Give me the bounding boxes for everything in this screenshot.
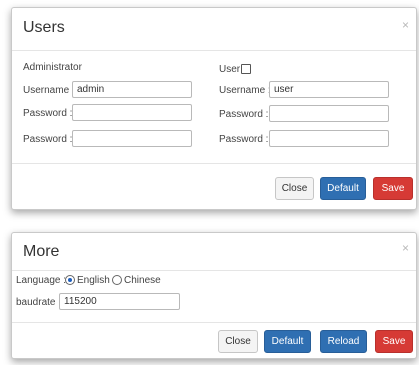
administrator-heading: Administrator [23,62,82,73]
save-button[interactable]: Save [375,330,413,353]
user-password-input[interactable] [269,105,389,122]
user-enable-checkbox[interactable] [241,64,251,74]
user-confirm-password-label: Password : [219,134,269,145]
admin-password-label: Password : [23,108,73,119]
admin-username-label: Username : [23,85,75,96]
user-heading: User [219,64,241,75]
close-icon[interactable]: × [402,241,409,255]
close-icon[interactable]: × [402,18,409,32]
admin-username-input[interactable] [72,81,192,98]
save-button[interactable]: Save [373,177,413,200]
more-dialog-header: More × [12,233,416,271]
baudrate-input[interactable] [59,293,180,310]
user-username-input[interactable] [269,81,389,98]
users-dialog-footer [12,163,416,164]
baudrate-label: baudrate : [16,297,62,308]
language-chinese-label: Chinese [124,275,161,286]
language-english-label: English [77,275,110,286]
language-english-radio[interactable] [65,275,75,285]
admin-password-input[interactable] [72,104,192,121]
users-dialog-header: Users × [12,8,416,51]
user-username-label: Username : [219,85,271,96]
more-dialog-title: More [23,243,60,260]
more-dialog: More × Language : English Chinese baudra… [11,232,417,359]
reload-button[interactable]: Reload [320,330,367,353]
admin-confirm-password-input[interactable] [72,130,192,147]
default-button[interactable]: Default [320,177,366,200]
close-button[interactable]: Close [218,330,258,353]
close-button[interactable]: Close [275,177,314,200]
user-confirm-password-input[interactable] [269,130,389,147]
default-button[interactable]: Default [264,330,311,353]
language-chinese-radio[interactable] [112,275,122,285]
more-dialog-footer [12,322,416,323]
admin-confirm-password-label: Password : [23,134,73,145]
language-label: Language : [16,275,67,286]
users-dialog-title: Users [23,19,65,36]
user-password-label: Password : [219,109,269,120]
users-dialog: Users × Administrator Username : Passwor… [11,7,417,210]
